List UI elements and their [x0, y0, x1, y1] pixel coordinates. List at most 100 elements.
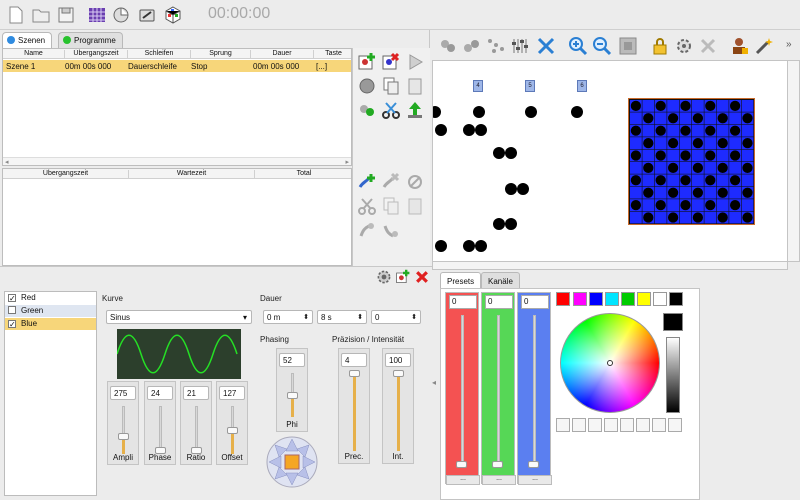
new-file-icon[interactable] — [6, 5, 26, 25]
green-value[interactable]: 0 — [485, 295, 513, 309]
add-step-icon[interactable] — [357, 172, 377, 192]
slider-knob[interactable] — [227, 427, 238, 434]
brightness-bar[interactable] — [666, 337, 680, 413]
more-chevron-icon[interactable]: » — [786, 39, 792, 50]
blue-more-button[interactable]: ... — [518, 475, 552, 485]
column-header[interactable]: Name — [3, 50, 65, 59]
red-slider-knob[interactable] — [456, 461, 467, 468]
duration-minutes[interactable]: 0 m ⬍ — [263, 310, 313, 324]
step-up-icon[interactable] — [357, 220, 377, 240]
tools-cross-icon[interactable] — [698, 36, 718, 56]
lock-icon[interactable] — [650, 36, 670, 56]
intensity-slider[interactable]: 100 Int. — [382, 348, 414, 464]
phi-slider[interactable]: 52 Phi — [276, 348, 308, 432]
zoom-out-icon[interactable] — [592, 36, 612, 56]
precision-slider[interactable]: 4 Prec. — [338, 348, 370, 464]
column-header[interactable]: Übergangszeit — [3, 170, 129, 179]
fixture-dot[interactable] — [463, 240, 475, 252]
record-icon[interactable] — [357, 76, 377, 96]
stage-horizontal-scrollbar[interactable] — [432, 262, 788, 270]
user-icon[interactable] — [730, 36, 750, 56]
ratio-value[interactable]: 21 — [183, 386, 209, 400]
column-header[interactable]: Total — [255, 170, 351, 179]
splitter-handle-icon[interactable]: ◂ — [432, 378, 436, 387]
fixture-dot[interactable] — [433, 106, 441, 118]
intensity-value[interactable]: 100 — [385, 353, 411, 367]
stage-vertical-scrollbar[interactable] — [788, 60, 800, 262]
fixture-dot[interactable] — [473, 106, 485, 118]
empty-swatch[interactable] — [588, 418, 602, 432]
fixture-dot[interactable] — [435, 124, 447, 136]
phi-value[interactable]: 52 — [279, 353, 305, 367]
empty-swatch[interactable] — [604, 418, 618, 432]
fixture-label[interactable]: 5 — [525, 80, 535, 92]
delete-effect-icon[interactable] — [414, 269, 430, 285]
palette-icon[interactable] — [111, 5, 131, 25]
scatter-icon[interactable] — [486, 36, 506, 56]
precision-value[interactable]: 4 — [341, 353, 367, 367]
checkbox[interactable]: ✓ — [8, 294, 16, 303]
fixture-dot[interactable] — [517, 183, 529, 195]
empty-swatch[interactable] — [652, 418, 666, 432]
fixture-label[interactable]: 4 — [473, 80, 483, 92]
green-slider-knob[interactable] — [492, 461, 503, 468]
cube-icon[interactable] — [163, 5, 183, 25]
add-effect-icon[interactable] — [395, 269, 411, 285]
copy-icon[interactable] — [381, 76, 401, 96]
blue-slider-knob[interactable] — [528, 461, 539, 468]
direction-pad[interactable] — [266, 436, 318, 488]
background-icon[interactable] — [618, 36, 638, 56]
stage-view[interactable]: 4 5 6 — [432, 60, 788, 262]
green-channel[interactable]: 0 ... — [481, 292, 516, 485]
tab-channels[interactable]: Kanäle — [481, 272, 520, 288]
empty-swatch[interactable] — [636, 418, 650, 432]
fixture-label[interactable]: 6 — [577, 80, 587, 92]
ratio-slider[interactable]: 21 Ratio — [180, 381, 212, 465]
red-value[interactable]: 0 — [449, 295, 477, 309]
green-more-button[interactable]: ... — [482, 475, 516, 485]
swatch-black[interactable] — [669, 292, 683, 306]
fixtures-icon[interactable] — [438, 36, 458, 56]
color-wheel-cursor[interactable] — [607, 360, 613, 366]
remove-step-icon[interactable] — [381, 172, 401, 192]
offset-slider[interactable]: 127 Offset — [216, 381, 248, 465]
column-header[interactable]: Schleifen — [128, 50, 191, 59]
ampli-slider[interactable]: 275 Ampli — [107, 381, 139, 465]
tab-scenes[interactable]: Szenen — [2, 32, 53, 48]
tab-programs[interactable]: Programme — [58, 32, 123, 48]
swatch-blue[interactable] — [589, 292, 603, 306]
fixture-dot[interactable] — [525, 106, 537, 118]
blue-value[interactable]: 0 — [521, 295, 549, 309]
copy-step-icon[interactable] — [381, 196, 401, 216]
column-header[interactable]: Wartezeit — [129, 170, 255, 179]
duration-seconds[interactable]: 8 s ⬍ — [317, 310, 367, 324]
empty-swatch[interactable] — [668, 418, 682, 432]
remove-scene-icon[interactable] — [381, 52, 401, 72]
magic-wand-icon[interactable] — [754, 36, 774, 56]
channel-item-blue[interactable]: ✓ Blue — [5, 318, 96, 330]
fixture-dot[interactable] — [475, 240, 487, 252]
gear-icon[interactable] — [376, 269, 392, 285]
cut-icon[interactable] — [381, 100, 401, 120]
slider-knob[interactable] — [287, 392, 298, 399]
channel-item-red[interactable]: ✓ Red — [5, 292, 96, 304]
fixture-grid-icon[interactable] — [87, 5, 107, 25]
column-header[interactable]: Übergangszeit — [65, 50, 128, 59]
zoom-in-icon[interactable] — [568, 36, 588, 56]
add-scene-icon[interactable] — [357, 52, 377, 72]
offset-value[interactable]: 127 — [219, 386, 245, 400]
open-folder-icon[interactable] — [31, 5, 51, 25]
swatch-white[interactable] — [653, 292, 667, 306]
blue-channel[interactable]: 0 ... — [517, 292, 552, 485]
sliders-icon[interactable] — [510, 36, 530, 56]
ampli-value[interactable]: 275 — [110, 386, 136, 400]
fixture-dot[interactable] — [493, 147, 505, 159]
scene-fixtures-icon[interactable] — [357, 100, 377, 120]
fixture-dot[interactable] — [505, 147, 517, 159]
swatch-green[interactable] — [621, 292, 635, 306]
swatch-yellow[interactable] — [637, 292, 651, 306]
empty-swatch[interactable] — [572, 418, 586, 432]
column-header[interactable]: Sprung — [191, 50, 251, 59]
channel-item-green[interactable]: Green — [5, 305, 96, 317]
edit-step-icon[interactable] — [405, 172, 425, 192]
